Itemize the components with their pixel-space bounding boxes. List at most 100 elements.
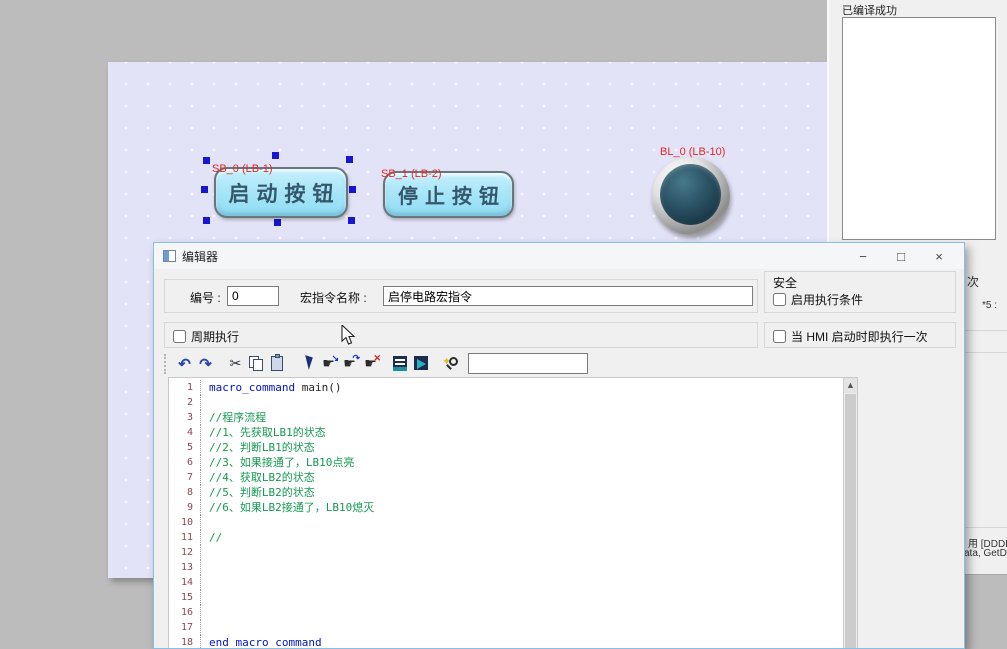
macro-number-input[interactable] (227, 286, 279, 306)
code-line[interactable]: 12 (169, 545, 843, 560)
redo-icon[interactable]: ↷ (195, 353, 216, 374)
start-button-label: 启动按钮 (222, 178, 341, 208)
step-into-icon[interactable]: ☛↘ (318, 353, 339, 374)
code-line[interactable]: 6//3、如果接通了，LB10点亮 (169, 455, 843, 470)
scroll-up-arrow[interactable]: ▲ (844, 378, 857, 393)
enable-condition-checkbox[interactable] (773, 293, 786, 306)
code-line[interactable]: 13 (169, 560, 843, 575)
code-text: //6、如果LB2接通了，LB10熄灭 (201, 500, 374, 515)
code-area[interactable]: 1macro_command main()23//程序流程4//1、先获取LB1… (169, 378, 843, 649)
startup-checkbox[interactable] (773, 330, 786, 343)
code-line[interactable]: 18end macro_command (169, 635, 843, 649)
code-line[interactable]: 5//2、判断LB1的状态 (169, 440, 843, 455)
start-button-id-label: SB_0 (LB-1) (212, 163, 273, 175)
code-line[interactable]: 4//1、先获取LB1的状态 (169, 425, 843, 440)
line-number: 14 (169, 575, 201, 590)
code-text: //2、判断LB1的状态 (201, 440, 315, 455)
code-line[interactable]: 10 (169, 515, 843, 530)
periodic-group: 周期执行 (164, 322, 758, 348)
compile-message-box[interactable] (842, 17, 996, 240)
periodic-row: 周期执行 (173, 328, 239, 345)
compile-status-text: 已编译成功 (842, 2, 897, 18)
enable-condition-label: 启用执行条件 (791, 291, 863, 308)
stop-button-id-label: SB_1 (LB-2) (381, 168, 442, 180)
code-editor: 1macro_command main()23//程序流程4//1、先获取LB1… (168, 377, 858, 649)
toolbar-search-input[interactable] (468, 353, 588, 374)
cut-icon[interactable]: ✂ (225, 353, 246, 374)
paste-icon[interactable] (267, 353, 288, 374)
lamp-face (660, 164, 721, 225)
vertical-scrollbar[interactable]: ▲ (843, 378, 857, 649)
code-text: // (201, 530, 222, 545)
partial-text-2: *5 : (982, 300, 997, 311)
stop-debug-icon[interactable]: ☛✕ (360, 353, 381, 374)
code-text: //1、先获取LB1的状态 (201, 425, 326, 440)
security-group-label: 安全 (773, 274, 797, 291)
code-line[interactable]: 17 (169, 620, 843, 635)
startup-group: 当 HMI 启动时即执行一次 (764, 322, 956, 348)
code-text (201, 545, 209, 560)
code-text: //3、如果接通了，LB10点亮 (201, 455, 354, 470)
enable-condition-row: 启用执行条件 (773, 291, 863, 308)
line-number: 2 (169, 395, 201, 410)
line-number: 16 (169, 605, 201, 620)
code-line[interactable]: 11// (169, 530, 843, 545)
code-line[interactable]: 15 (169, 590, 843, 605)
code-text (201, 515, 209, 530)
separator-line (965, 330, 1007, 331)
code-line[interactable]: 3//程序流程 (169, 410, 843, 425)
code-text (201, 605, 209, 620)
separator-line (965, 527, 1007, 528)
macro-name-label: 宏指令名称 : (300, 289, 367, 306)
line-number: 18 (169, 635, 201, 649)
code-line[interactable]: 8//5、判断LB2的状态 (169, 485, 843, 500)
macro-name-input[interactable] (383, 286, 753, 306)
line-number: 6 (169, 455, 201, 470)
dialog-titlebar[interactable]: 编辑器 − □ × (154, 243, 964, 269)
step-over-icon[interactable]: ☛↷ (339, 353, 360, 374)
line-number: 7 (169, 470, 201, 485)
line-number: 9 (169, 500, 201, 515)
minimize-button[interactable]: − (844, 243, 882, 269)
partial-text-4: ata, GetD (964, 548, 1007, 559)
pointer-icon[interactable] (297, 353, 318, 374)
code-line[interactable]: 16 (169, 605, 843, 620)
code-text (201, 620, 209, 635)
code-line[interactable]: 14 (169, 575, 843, 590)
copy-icon[interactable] (246, 353, 267, 374)
periodic-checkbox[interactable] (173, 330, 186, 343)
line-number: 5 (169, 440, 201, 455)
code-line[interactable]: 9//6、如果LB2接通了，LB10熄灭 (169, 500, 843, 515)
selection-handle[interactable] (348, 217, 355, 224)
selection-handle[interactable] (201, 186, 208, 193)
close-button[interactable]: × (920, 243, 958, 269)
code-text: //程序流程 (201, 410, 266, 425)
selection-handle[interactable] (274, 219, 281, 226)
undo-icon[interactable]: ↶ (174, 353, 195, 374)
startup-row: 当 HMI 启动时即执行一次 (773, 328, 928, 345)
code-line[interactable]: 1macro_command main() (169, 380, 843, 395)
code-text: macro_command main() (201, 380, 341, 395)
build-icon[interactable] (411, 353, 432, 374)
maximize-button[interactable]: □ (882, 243, 920, 269)
selection-handle[interactable] (203, 217, 210, 224)
selection-handle[interactable] (203, 157, 210, 164)
startup-label: 当 HMI 启动时即执行一次 (791, 328, 928, 345)
line-number: 3 (169, 410, 201, 425)
number-label: 编号 : (190, 289, 221, 306)
security-group: 安全 启用执行条件 (764, 271, 956, 313)
compile-icon[interactable] (390, 353, 411, 374)
selection-handle[interactable] (272, 152, 279, 159)
selection-handle[interactable] (346, 156, 353, 163)
find-icon[interactable]: ✦ (441, 353, 462, 374)
selection-handle[interactable] (349, 186, 356, 193)
lamp-object[interactable] (652, 157, 730, 235)
code-line[interactable]: 2 (169, 395, 843, 410)
code-text (201, 395, 209, 410)
scrollbar-thumb[interactable] (845, 394, 856, 649)
separator-line (965, 352, 1007, 353)
stop-button-label: 停止按钮 (391, 180, 506, 209)
code-line[interactable]: 7//4、获取LB2的状态 (169, 470, 843, 485)
periodic-label: 周期执行 (191, 328, 239, 345)
editor-toolbar: ↶ ↷ ✂ ☛↘ ☛↷ ☛✕ ✦ (164, 351, 864, 376)
